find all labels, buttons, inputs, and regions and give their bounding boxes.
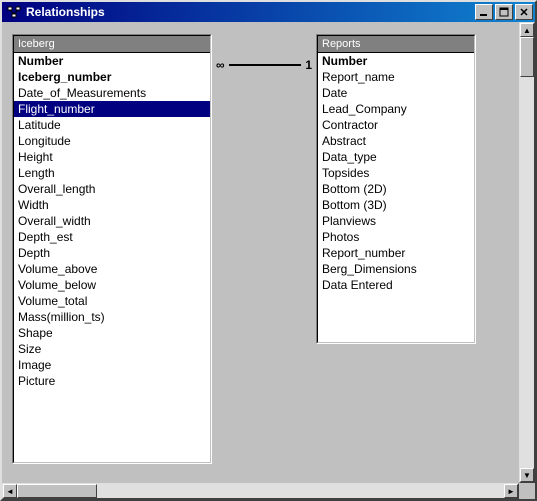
horizontal-scroll-thumb[interactable] bbox=[17, 484, 97, 498]
field-item[interactable]: Size bbox=[14, 341, 210, 357]
scroll-left-button[interactable]: ◄ bbox=[3, 484, 17, 498]
field-item[interactable]: Report_number bbox=[318, 245, 474, 261]
minimize-button[interactable] bbox=[475, 4, 493, 20]
field-item[interactable]: Volume_below bbox=[14, 277, 210, 293]
field-item[interactable]: Volume_above bbox=[14, 261, 210, 277]
field-item[interactable]: Topsides bbox=[318, 165, 474, 181]
field-item[interactable]: Planviews bbox=[318, 213, 474, 229]
field-item[interactable]: Data_type bbox=[318, 149, 474, 165]
relationship-line bbox=[229, 64, 302, 66]
field-item[interactable]: Depth_est bbox=[14, 229, 210, 245]
relationship-link[interactable]: ∞ 1 bbox=[214, 58, 314, 72]
horizontal-scroll-track[interactable] bbox=[97, 484, 504, 498]
vertical-scroll-track[interactable] bbox=[520, 77, 534, 468]
field-item[interactable]: Bottom (3D) bbox=[318, 197, 474, 213]
relationships-icon bbox=[6, 4, 22, 20]
scroll-down-button[interactable]: ▼ bbox=[520, 468, 534, 482]
scroll-right-button[interactable]: ► bbox=[504, 484, 518, 498]
scroll-up-button[interactable]: ▲ bbox=[520, 23, 534, 37]
horizontal-scrollbar[interactable]: ◄ ► bbox=[2, 483, 519, 499]
relationships-window: Relationships Iceberg NumberIceberg_numb… bbox=[0, 0, 537, 501]
field-item[interactable]: Longitude bbox=[14, 133, 210, 149]
window-buttons bbox=[475, 4, 533, 20]
field-item[interactable]: Bottom (2D) bbox=[318, 181, 474, 197]
field-item[interactable]: Data Entered bbox=[318, 277, 474, 293]
vertical-scroll-thumb[interactable] bbox=[520, 37, 534, 77]
field-item[interactable]: Lead_Company bbox=[318, 101, 474, 117]
client-area: Iceberg NumberIceberg_numberDate_of_Meas… bbox=[2, 22, 535, 499]
table-reports-title[interactable]: Reports bbox=[318, 36, 474, 53]
field-item[interactable]: Length bbox=[14, 165, 210, 181]
field-item[interactable]: Height bbox=[14, 149, 210, 165]
table-iceberg-title[interactable]: Iceberg bbox=[14, 36, 210, 53]
close-button[interactable] bbox=[515, 4, 533, 20]
field-item[interactable]: Date bbox=[318, 85, 474, 101]
field-item[interactable]: Overall_length bbox=[14, 181, 210, 197]
field-item[interactable]: Number bbox=[14, 53, 210, 69]
field-item[interactable]: Mass(million_ts) bbox=[14, 309, 210, 325]
table-reports[interactable]: Reports NumberReport_nameDateLead_Compan… bbox=[316, 34, 476, 344]
relationship-one-symbol: 1 bbox=[303, 58, 314, 72]
field-item[interactable]: Volume_total bbox=[14, 293, 210, 309]
field-item[interactable]: Picture bbox=[14, 373, 210, 389]
field-item[interactable]: Report_name bbox=[318, 69, 474, 85]
field-item[interactable]: Iceberg_number bbox=[14, 69, 210, 85]
field-item[interactable]: Flight_number bbox=[14, 101, 210, 117]
maximize-button[interactable] bbox=[495, 4, 513, 20]
table-iceberg[interactable]: Iceberg NumberIceberg_numberDate_of_Meas… bbox=[12, 34, 212, 464]
field-item[interactable]: Shape bbox=[14, 325, 210, 341]
field-item[interactable]: Contractor bbox=[318, 117, 474, 133]
field-item[interactable]: Width bbox=[14, 197, 210, 213]
relationship-many-symbol: ∞ bbox=[214, 58, 227, 72]
field-item[interactable]: Photos bbox=[318, 229, 474, 245]
size-grip[interactable] bbox=[519, 483, 535, 499]
titlebar[interactable]: Relationships bbox=[2, 2, 535, 22]
field-item[interactable]: Abstract bbox=[318, 133, 474, 149]
vertical-scrollbar[interactable]: ▲ ▼ bbox=[519, 22, 535, 483]
field-item[interactable]: Berg_Dimensions bbox=[318, 261, 474, 277]
relationships-canvas[interactable]: Iceberg NumberIceberg_numberDate_of_Meas… bbox=[2, 22, 519, 483]
window-title: Relationships bbox=[26, 5, 475, 19]
field-item[interactable]: Overall_width bbox=[14, 213, 210, 229]
table-reports-fields[interactable]: NumberReport_nameDateLead_CompanyContrac… bbox=[318, 53, 474, 342]
field-item[interactable]: Number bbox=[318, 53, 474, 69]
field-item[interactable]: Latitude bbox=[14, 117, 210, 133]
table-iceberg-fields[interactable]: NumberIceberg_numberDate_of_Measurements… bbox=[14, 53, 210, 462]
field-item[interactable]: Depth bbox=[14, 245, 210, 261]
field-item[interactable]: Image bbox=[14, 357, 210, 373]
field-item[interactable]: Date_of_Measurements bbox=[14, 85, 210, 101]
